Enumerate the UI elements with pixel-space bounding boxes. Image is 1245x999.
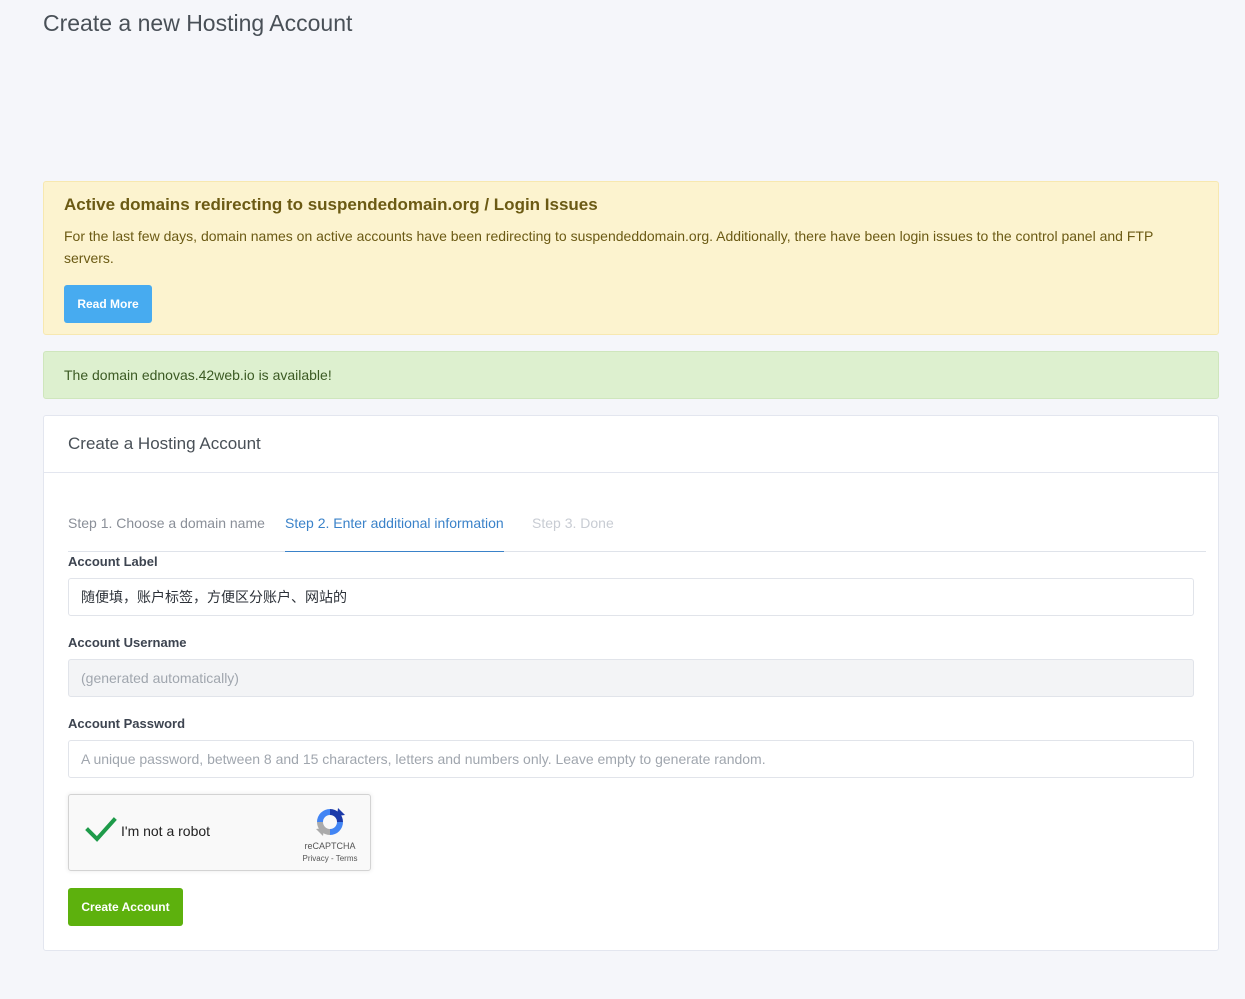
account-label-input[interactable] — [68, 578, 1194, 616]
create-account-button[interactable]: Create Account — [68, 888, 183, 926]
card-title: Create a Hosting Account — [44, 416, 1218, 473]
notice-title: Active domains redirecting to suspendedo… — [64, 195, 598, 214]
tab-step-2[interactable]: Step 2. Enter additional information — [285, 502, 504, 552]
step-tabs: Step 1. Choose a domain name Step 2. Ent… — [68, 502, 1206, 552]
read-more-button[interactable]: Read More — [64, 285, 152, 323]
tab-step-1[interactable]: Step 1. Choose a domain name — [68, 502, 265, 552]
account-password-label: Account Password — [68, 716, 186, 731]
account-password-input[interactable] — [68, 740, 1194, 778]
account-label-label: Account Label — [68, 554, 158, 569]
recaptcha-links[interactable]: Privacy - Terms — [294, 854, 366, 863]
notice-alert: Active domains redirecting to suspendedo… — [43, 181, 1219, 335]
recaptcha-logo-icon — [313, 805, 347, 839]
tab-step-3: Step 3. Done — [532, 515, 614, 531]
create-account-card: Create a Hosting Account Step 1. Choose … — [43, 415, 1219, 951]
notice-body: For the last few days, domain names on a… — [64, 228, 1154, 266]
page-title: Create a new Hosting Account — [43, 10, 353, 36]
recaptcha-brand: reCAPTCHA — [304, 841, 356, 851]
recaptcha-checkbox[interactable] — [85, 813, 117, 845]
availability-alert: The domain ednovas.42web.io is available… — [43, 351, 1219, 399]
checkmark-icon — [85, 817, 117, 842]
account-username-label: Account Username — [68, 635, 187, 650]
recaptcha-label: I'm not a robot — [121, 823, 211, 839]
account-username-input — [68, 659, 1194, 697]
recaptcha-widget: I'm not a robot reCAPTCHA Privacy - Term… — [68, 794, 371, 871]
